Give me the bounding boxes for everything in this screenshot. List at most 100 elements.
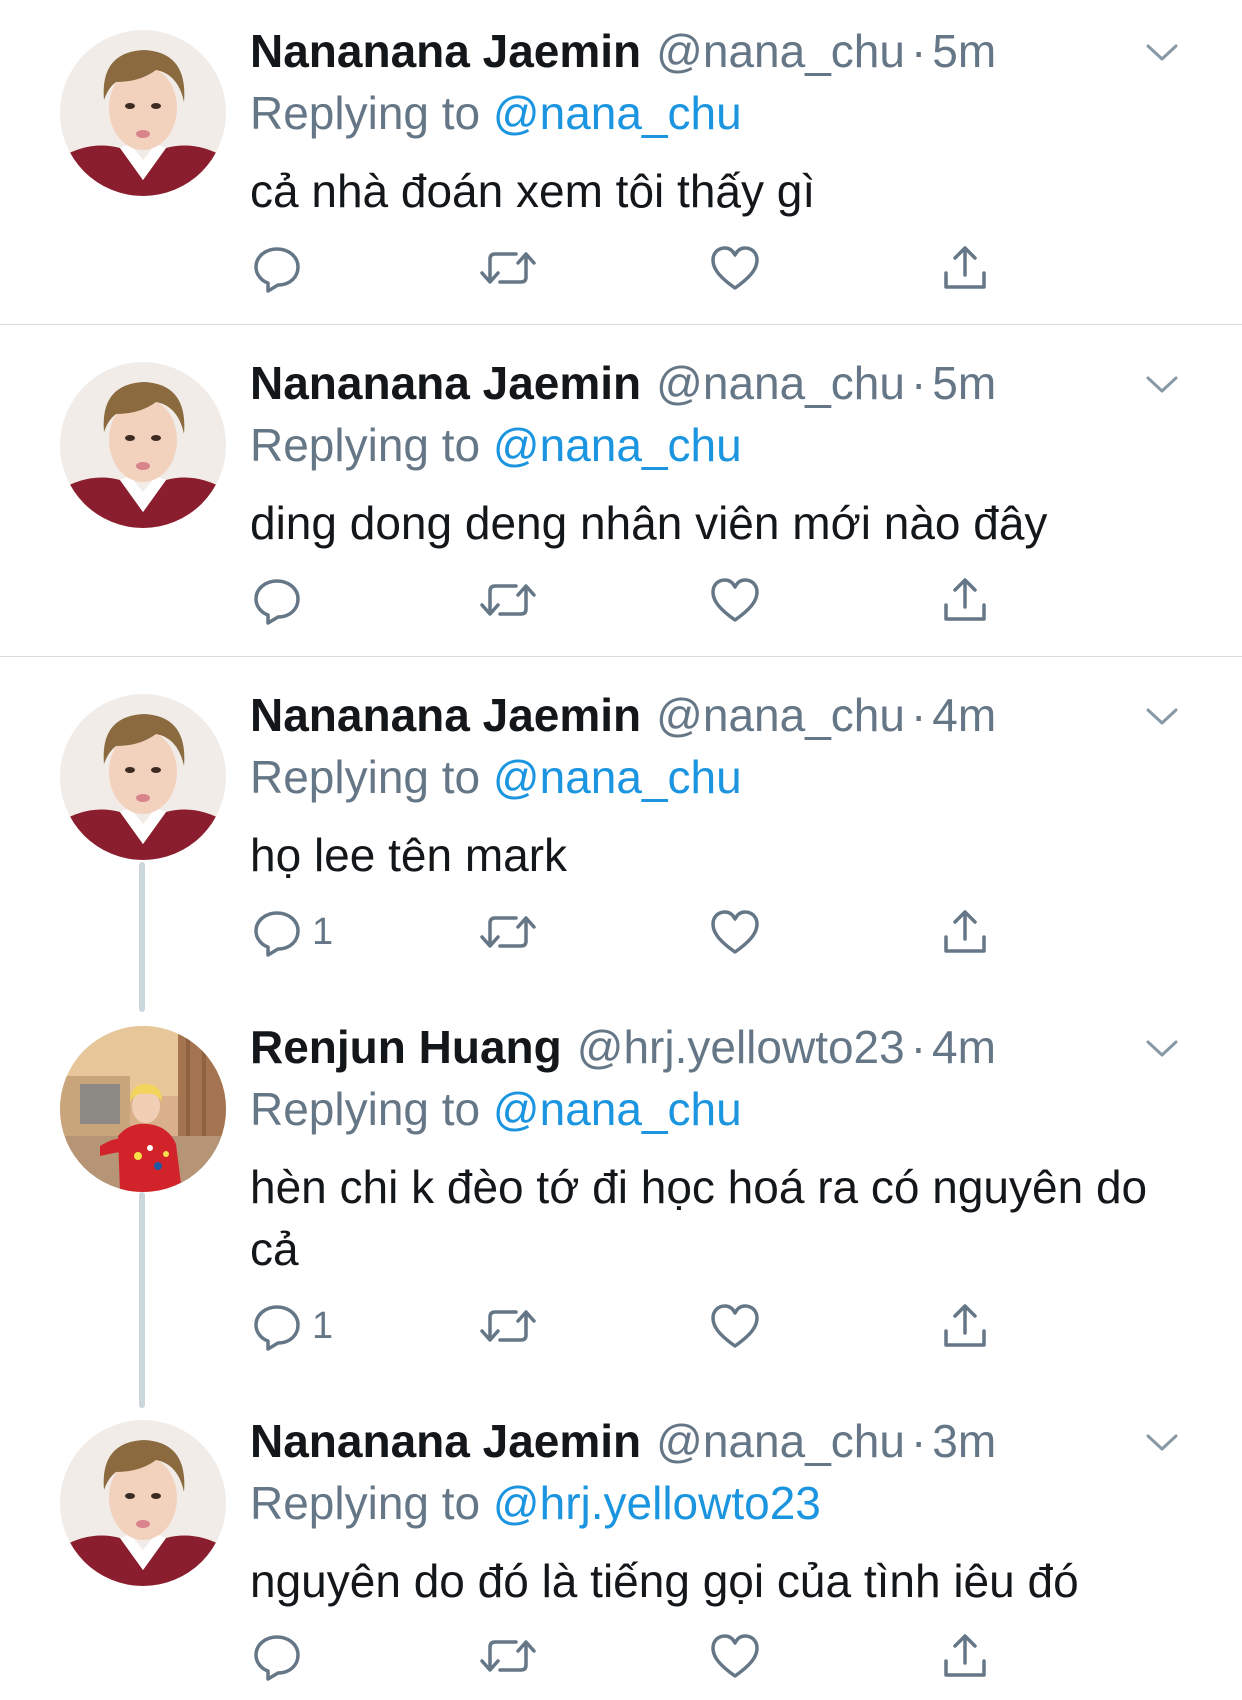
author-name[interactable]: Nananana Jaemin bbox=[250, 22, 641, 80]
share-button[interactable] bbox=[938, 238, 992, 298]
mention-link[interactable]: @nana_chu bbox=[493, 751, 742, 803]
reply-bubble-icon bbox=[254, 911, 300, 957]
mention-link[interactable]: @hrj.yellowto23 bbox=[493, 1477, 821, 1529]
reply-bubble-icon bbox=[254, 247, 300, 293]
tweet[interactable]: Nananana Jaemin @nana_chu · 3m Replying … bbox=[0, 1390, 1242, 1700]
share-button[interactable] bbox=[938, 1626, 992, 1686]
chevron-down-icon[interactable] bbox=[1142, 1028, 1182, 1068]
chevron-down-icon[interactable] bbox=[1142, 32, 1182, 72]
avatar[interactable] bbox=[60, 694, 226, 860]
author-handle[interactable]: @nana_chu bbox=[656, 1412, 905, 1470]
heart-icon bbox=[711, 1304, 759, 1348]
replying-to-label: Replying to bbox=[250, 87, 481, 139]
tweet-text: ding dong deng nhân viên mới nào đây bbox=[250, 497, 1048, 549]
tweet-text: cả nhà đoán xem tôi thấy gì bbox=[250, 165, 816, 217]
author-handle[interactable]: @nana_chu bbox=[656, 354, 905, 412]
reply-button[interactable] bbox=[250, 238, 312, 298]
avatar[interactable] bbox=[60, 1026, 226, 1192]
timestamp[interactable]: 5m bbox=[932, 22, 996, 80]
replying-to: Replying to @nana_chu bbox=[250, 748, 742, 806]
share-button[interactable] bbox=[938, 570, 992, 630]
author-handle[interactable]: @nana_chu bbox=[656, 22, 905, 80]
like-button[interactable] bbox=[708, 1626, 762, 1686]
tweet-header: Nananana Jaemin @nana_chu · 4m bbox=[250, 686, 996, 744]
retweet-icon bbox=[480, 584, 536, 616]
replying-to: Replying to @nana_chu bbox=[250, 416, 742, 474]
mention-link[interactable]: @nana_chu bbox=[493, 419, 742, 471]
chevron-down-icon[interactable] bbox=[1142, 1422, 1182, 1462]
share-upload-icon bbox=[944, 1634, 986, 1677]
retweet-icon bbox=[480, 1310, 536, 1342]
share-upload-icon bbox=[944, 1304, 986, 1347]
share-upload-icon bbox=[944, 910, 986, 953]
retweet-button[interactable] bbox=[478, 238, 538, 298]
chevron-down-icon[interactable] bbox=[1142, 364, 1182, 404]
separator-dot: · bbox=[910, 25, 927, 77]
share-upload-icon bbox=[944, 246, 986, 289]
timestamp[interactable]: 4m bbox=[932, 1018, 996, 1076]
avatar[interactable] bbox=[60, 1420, 226, 1586]
replying-to-label: Replying to bbox=[250, 1083, 481, 1135]
avatar[interactable] bbox=[60, 30, 226, 196]
timestamp[interactable]: 3m bbox=[932, 1412, 996, 1470]
tweet-header: Nananana Jaemin @nana_chu · 3m bbox=[250, 1412, 996, 1470]
author-name[interactable]: Nananana Jaemin bbox=[250, 354, 641, 412]
reply-count: 1 bbox=[312, 910, 334, 953]
like-button[interactable] bbox=[708, 1296, 762, 1356]
replying-to-label: Replying to bbox=[250, 419, 481, 471]
separator-dot: · bbox=[910, 1021, 927, 1073]
avatar[interactable] bbox=[60, 362, 226, 528]
timestamp[interactable]: 5m bbox=[932, 354, 996, 412]
share-button[interactable] bbox=[938, 902, 992, 962]
retweet-button[interactable] bbox=[478, 902, 538, 962]
author-name[interactable]: Nananana Jaemin bbox=[250, 686, 641, 744]
mention-link[interactable]: @nana_chu bbox=[493, 1083, 742, 1135]
retweet-icon bbox=[480, 252, 536, 284]
tweet-text: nguyên do đó là tiếng gọi của tình iêu đ… bbox=[250, 1555, 1079, 1607]
tweet-actions bbox=[250, 1626, 1010, 1686]
tweet[interactable]: Nananana Jaemin @nana_chu · 5m Replying … bbox=[0, 332, 1242, 657]
timestamp[interactable]: 4m bbox=[932, 686, 996, 744]
like-button[interactable] bbox=[708, 570, 762, 630]
tweet-actions bbox=[250, 238, 1010, 298]
author-handle[interactable]: @hrj.yellowto23 bbox=[577, 1018, 905, 1076]
author-name[interactable]: Renjun Huang bbox=[250, 1018, 562, 1076]
replying-to: Replying to @nana_chu bbox=[250, 84, 742, 142]
reply-bubble-icon bbox=[254, 579, 300, 625]
retweet-button[interactable] bbox=[478, 1626, 538, 1686]
tweet-actions: 1 bbox=[250, 902, 1010, 962]
author-name[interactable]: Nananana Jaemin bbox=[250, 1412, 641, 1470]
retweet-icon bbox=[480, 916, 536, 948]
separator-dot: · bbox=[910, 357, 927, 409]
reply-count: 1 bbox=[312, 1304, 334, 1347]
tweet-actions: 1 bbox=[250, 1296, 1010, 1356]
tweet[interactable]: Nananana Jaemin @nana_chu · 5m Replying … bbox=[0, 0, 1242, 325]
tweet-header: Nananana Jaemin @nana_chu · 5m bbox=[250, 22, 996, 80]
author-handle[interactable]: @nana_chu bbox=[656, 686, 905, 744]
tweet-header: Renjun Huang @hrj.yellowto23 · 4m bbox=[250, 1018, 996, 1076]
reply-bubble-icon bbox=[254, 1635, 300, 1681]
tweet-thread: Nananana Jaemin @nana_chu · 5m Replying … bbox=[0, 0, 1242, 1700]
reply-bubble-icon bbox=[254, 1305, 300, 1351]
reply-button[interactable] bbox=[250, 1626, 312, 1686]
share-button[interactable] bbox=[938, 1296, 992, 1356]
heart-icon bbox=[711, 910, 759, 954]
like-button[interactable] bbox=[708, 902, 762, 962]
retweet-button[interactable] bbox=[478, 570, 538, 630]
heart-icon bbox=[711, 578, 759, 622]
tweet[interactable]: Nananana Jaemin @nana_chu · 4m Replying … bbox=[0, 664, 1242, 996]
chevron-down-icon[interactable] bbox=[1142, 696, 1182, 736]
reply-button[interactable] bbox=[250, 570, 312, 630]
tweet[interactable]: Renjun Huang @hrj.yellowto23 · 4m Replyi… bbox=[0, 996, 1242, 1394]
heart-icon bbox=[711, 246, 759, 290]
like-button[interactable] bbox=[708, 238, 762, 298]
tweet-text: hèn chi k đèo tớ đi học hoá ra có nguyên… bbox=[250, 1161, 1148, 1275]
tweet-text: họ lee tên mark bbox=[250, 829, 568, 881]
reply-button[interactable]: 1 bbox=[250, 902, 333, 962]
retweet-button[interactable] bbox=[478, 1296, 538, 1356]
reply-button[interactable]: 1 bbox=[250, 1296, 333, 1356]
replying-to-label: Replying to bbox=[250, 1477, 481, 1529]
mention-link[interactable]: @nana_chu bbox=[493, 87, 742, 139]
heart-icon bbox=[711, 1634, 759, 1678]
replying-to-label: Replying to bbox=[250, 751, 481, 803]
